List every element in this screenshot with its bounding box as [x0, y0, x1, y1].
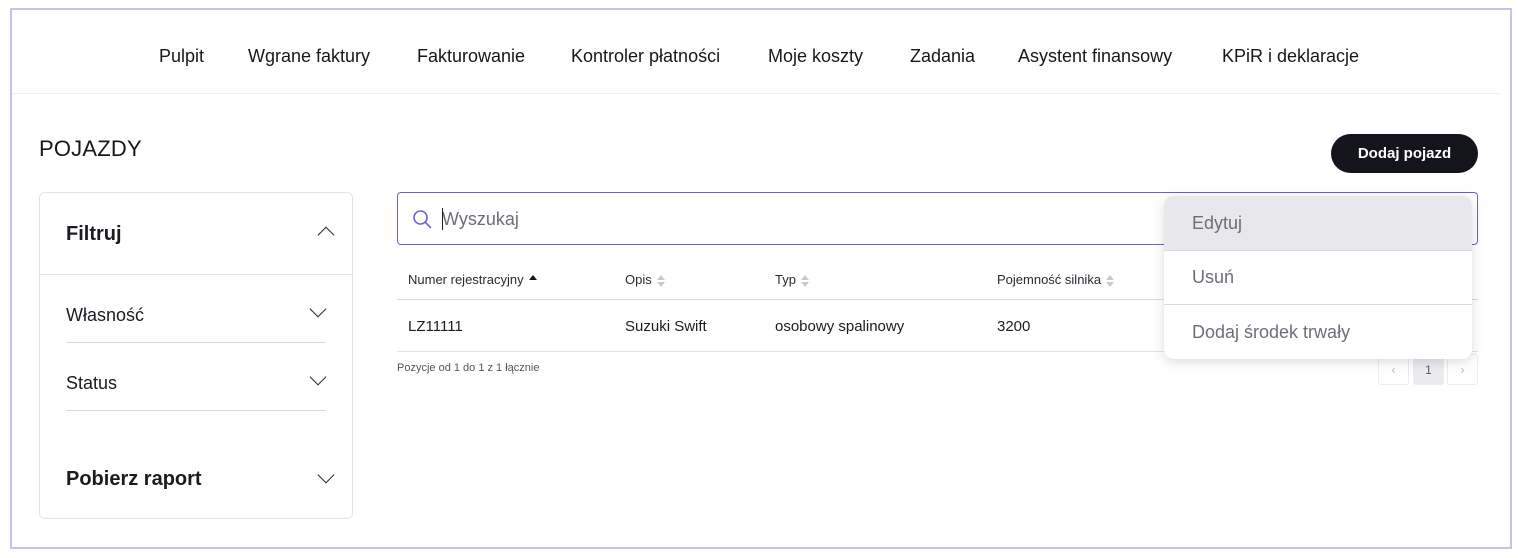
row-actions-menu: Edytuj Usuń Dodaj środek trwały: [1164, 196, 1472, 359]
column-header-label: Numer rejestracyjny: [408, 272, 524, 287]
cell-registration: LZ11111: [408, 318, 463, 335]
nav-item-pulpit[interactable]: Pulpit: [159, 46, 204, 67]
filter-status-label: Status: [66, 373, 118, 393]
text-caret: [442, 208, 443, 230]
download-report[interactable]: Pobierz raport: [66, 463, 336, 503]
nav-item-kontroler-platnosci[interactable]: Kontroler płatności: [571, 46, 720, 67]
top-navigation: Pulpit Wgrane faktury Fakturowanie Kontr…: [12, 10, 1500, 94]
sort-icon: [1106, 274, 1115, 287]
filter-status[interactable]: Status: [66, 343, 327, 411]
chevron-up-icon: [317, 226, 335, 244]
column-header-registration[interactable]: Numer rejestracyjny: [408, 272, 537, 287]
search-icon: [413, 210, 432, 229]
cell-engine-capacity: 3200: [997, 318, 1031, 335]
filter-title: Filtruj: [66, 223, 122, 245]
nav-item-zadania[interactable]: Zadania: [910, 46, 975, 67]
menu-item-delete[interactable]: Usuń: [1164, 250, 1472, 304]
column-header-type[interactable]: Typ: [775, 272, 809, 287]
nav-item-fakturowanie[interactable]: Fakturowanie: [417, 46, 525, 67]
page-title: POJAZDY: [39, 136, 142, 161]
column-header-label: Pojemność silnika: [997, 272, 1102, 287]
nav-item-moje-koszty[interactable]: Moje koszty: [768, 46, 863, 67]
chevron-down-icon: [309, 368, 327, 386]
cell-type: osobowy spalinowy: [775, 318, 905, 335]
filter-panel: Filtruj Własność Status Pobierz raport: [39, 192, 353, 519]
search-input[interactable]: [442, 203, 1142, 235]
sort-icon: [800, 274, 809, 287]
sort-ascending-icon: [528, 274, 537, 287]
column-header-description[interactable]: Opis: [625, 272, 665, 287]
chevron-down-icon: [317, 466, 335, 484]
chevron-down-icon: [309, 300, 327, 318]
pagination-summary: Pozycje od 1 do 1 z 1 łącznie: [397, 362, 540, 374]
column-header-label: Opis: [625, 272, 652, 287]
menu-item-add-fixed-asset[interactable]: Dodaj środek trwały: [1164, 305, 1472, 359]
filter-header[interactable]: Filtruj: [40, 193, 352, 275]
filter-ownership[interactable]: Własność: [66, 275, 327, 343]
column-header-label: Typ: [775, 272, 796, 287]
cell-description: Suzuki Swift: [625, 318, 707, 335]
filter-ownership-label: Własność: [66, 305, 145, 325]
nav-item-asystent-finansowy[interactable]: Asystent finansowy: [1018, 46, 1172, 67]
column-header-engine-capacity[interactable]: Pojemność silnika: [997, 272, 1115, 287]
menu-item-edit[interactable]: Edytuj: [1164, 196, 1472, 250]
nav-item-wgrane-faktury[interactable]: Wgrane faktury: [248, 46, 370, 67]
download-report-label: Pobierz raport: [66, 468, 202, 490]
sort-icon: [656, 274, 665, 287]
nav-item-kpir-deklaracje[interactable]: KPiR i deklaracje: [1222, 46, 1359, 67]
add-vehicle-button[interactable]: Dodaj pojazd: [1331, 134, 1478, 173]
